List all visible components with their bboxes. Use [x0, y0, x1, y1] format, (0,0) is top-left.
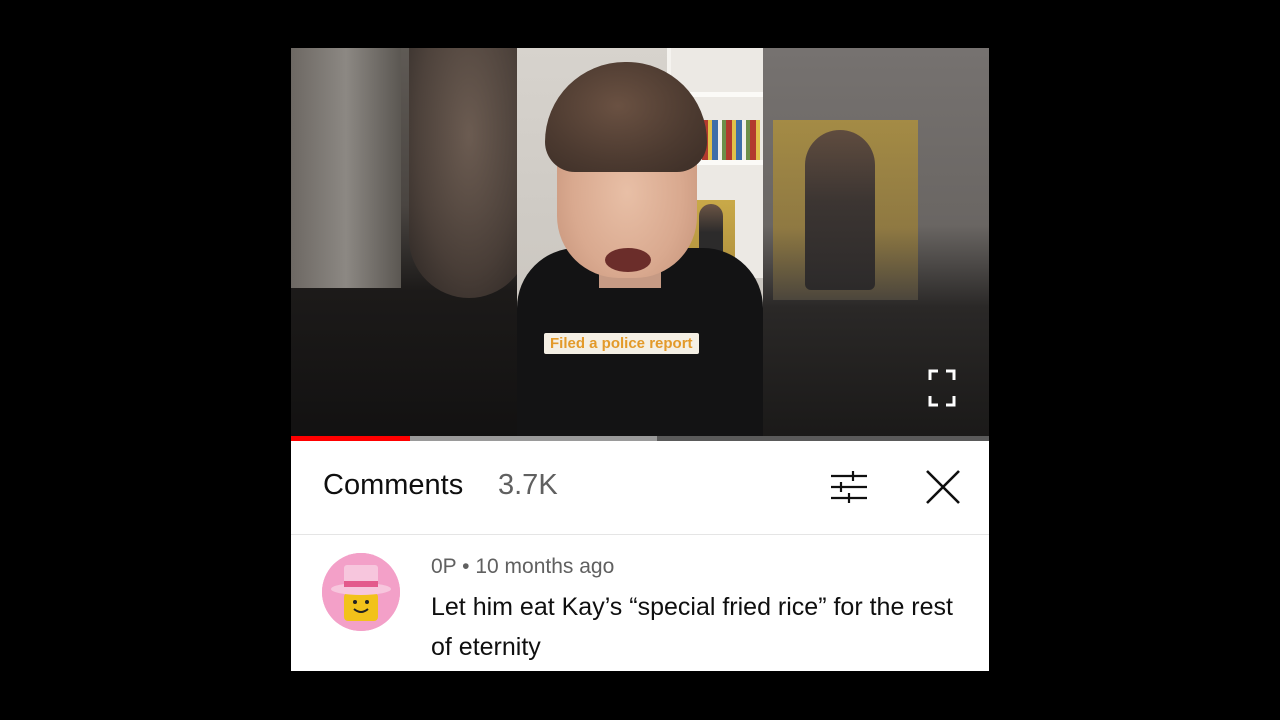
video-frame — [517, 48, 763, 441]
blurred-face — [409, 48, 529, 298]
comments-count: 3.7K — [498, 469, 558, 501]
avatar[interactable] — [322, 553, 400, 631]
books — [702, 120, 760, 160]
comment-time: 10 months ago — [475, 555, 615, 578]
meta-separator: • — [462, 555, 470, 578]
close-icon[interactable] — [923, 467, 963, 507]
sort-filter-icon[interactable] — [829, 469, 869, 505]
comment-text: Let him eat Kay’s “special fried rice” f… — [431, 593, 953, 661]
comments-title: Comments — [323, 469, 464, 501]
comments-header: Comments 3.7K — [291, 441, 989, 535]
video-with-comments-panel: Filed a police report Comments 3.7K 0P •… — [291, 48, 989, 671]
fullscreen-icon[interactable] — [927, 368, 957, 408]
person-mouth — [605, 248, 651, 272]
blurred-background-left — [291, 48, 529, 441]
avatar-image — [322, 553, 400, 631]
video-caption: Filed a police report — [544, 333, 699, 354]
comment-item[interactable]: 0P • 10 months ago Let him eat Kay’s “sp… — [291, 535, 989, 671]
video-player[interactable]: Filed a police report — [291, 48, 989, 441]
comment-meta: 0P • 10 months ago — [431, 555, 614, 579]
poster-person — [805, 130, 875, 290]
curtain — [291, 48, 401, 288]
comment-author[interactable]: 0P — [431, 555, 456, 578]
